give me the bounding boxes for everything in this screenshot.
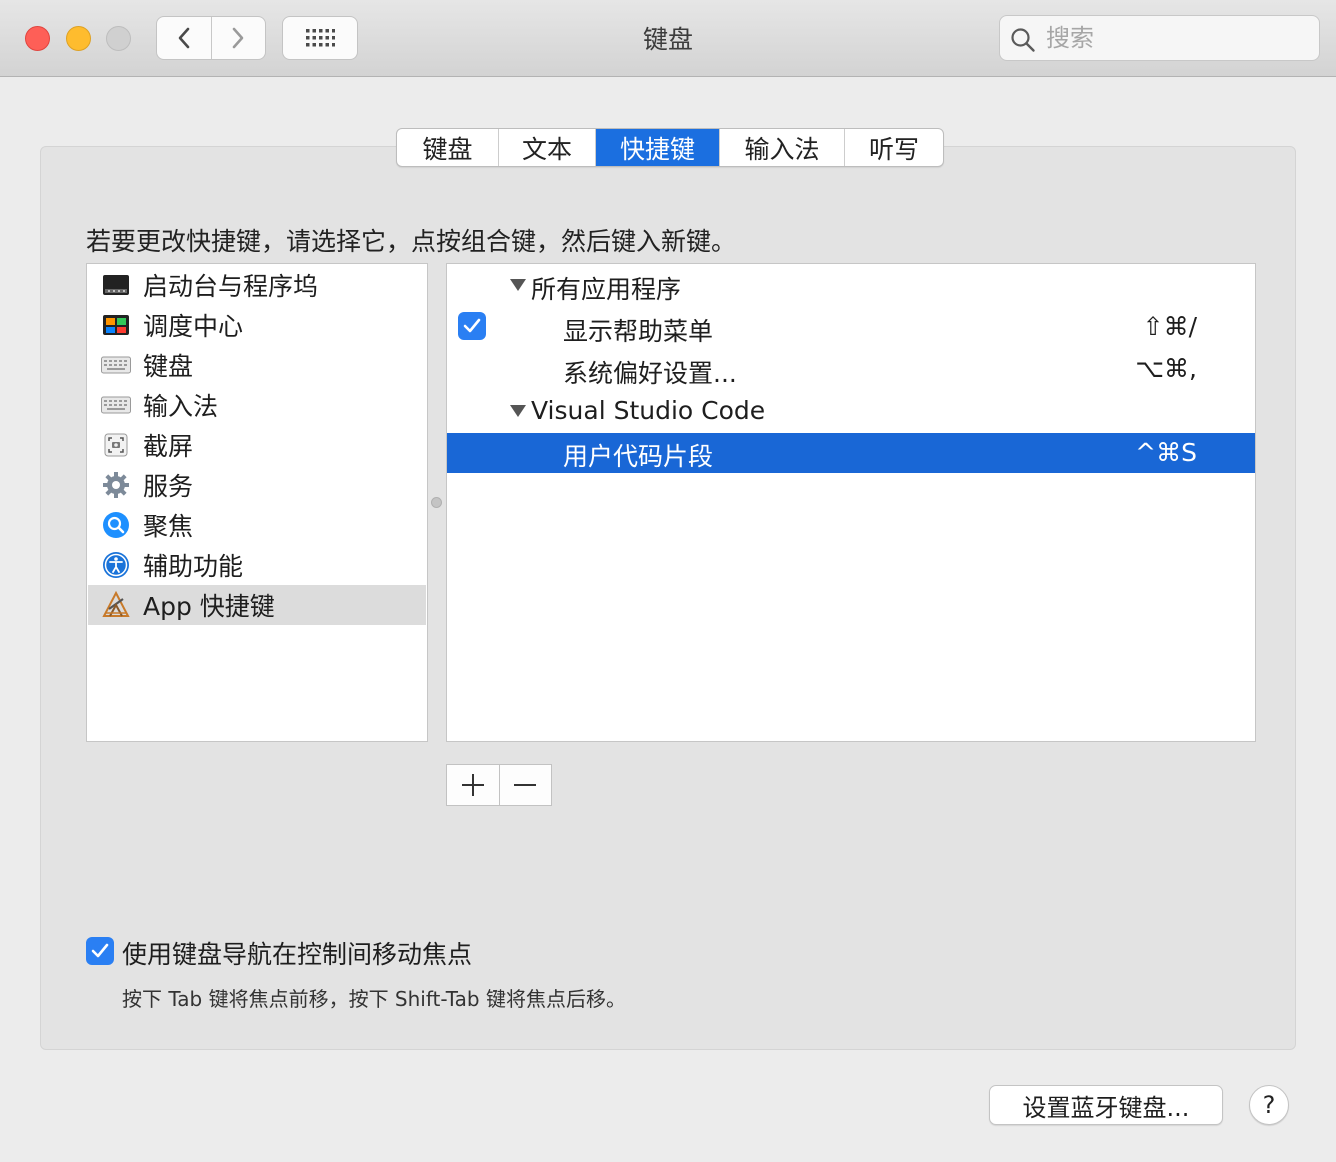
- category-accessibility[interactable]: 辅助功能: [88, 545, 426, 585]
- disclosure-triangle-icon[interactable]: [509, 278, 527, 292]
- checkmark-icon: [91, 943, 109, 958]
- accessibility-icon: [101, 550, 131, 580]
- screenshot-icon: [101, 430, 131, 460]
- spotlight-icon: [101, 510, 131, 540]
- shortcut-enabled-checkbox[interactable]: [458, 312, 486, 340]
- category-label: 输入法: [143, 392, 219, 421]
- category-services[interactable]: 服务: [88, 465, 426, 505]
- category-label: App 快捷键: [143, 592, 275, 621]
- category-keyboard[interactable]: 键盘: [88, 345, 426, 385]
- category-mission-control[interactable]: 调度中心: [88, 305, 426, 345]
- tab-text[interactable]: 文本: [498, 129, 595, 166]
- shortcut-row[interactable]: 系统偏好设置... ⌥⌘,: [447, 348, 1255, 390]
- mission-control-icon: [101, 310, 131, 340]
- tab-keyboard[interactable]: 键盘: [397, 129, 498, 166]
- keyboard-navigation-checkbox[interactable]: [86, 937, 114, 965]
- setup-bluetooth-keyboard-button[interactable]: 设置蓝牙键盘...: [989, 1085, 1223, 1125]
- search-input[interactable]: [1044, 22, 1304, 54]
- gear-icon: [101, 470, 131, 500]
- add-shortcut-button[interactable]: [447, 765, 499, 805]
- shortcut-label: 系统偏好设置...: [563, 359, 737, 388]
- group-label: Visual Studio Code: [531, 396, 766, 425]
- shortcut-label: 用户代码片段: [563, 442, 714, 471]
- shortcut-row-selected[interactable]: 用户代码片段 ^⌘S: [447, 433, 1255, 473]
- input-method-icon: [101, 390, 131, 420]
- category-label: 调度中心: [143, 312, 244, 341]
- tab-shortcuts[interactable]: 快捷键: [595, 129, 719, 166]
- category-launchpad-dock[interactable]: 启动台与程序坞: [88, 265, 426, 305]
- shortcut-list: 所有应用程序 显示帮助菜单 ⇧⌘/ 系统偏好设置... ⌥⌘, Visual S…: [446, 263, 1256, 742]
- category-label: 辅助功能: [143, 552, 244, 581]
- tab-bar: 键盘 文本 快捷键 输入法 听写: [396, 128, 944, 167]
- title-bar: 键盘: [0, 0, 1336, 77]
- app-shortcuts-icon: [101, 590, 131, 620]
- minus-icon: [514, 784, 537, 786]
- shortcut-group-vscode[interactable]: Visual Studio Code: [447, 390, 1255, 432]
- remove-shortcut-button[interactable]: [498, 765, 552, 805]
- category-label: 启动台与程序坞: [143, 272, 319, 301]
- keyboard-navigation-hint: 按下 Tab 键将焦点前移，按下 Shift-Tab 键将焦点后移。: [122, 987, 626, 1011]
- shortcut-keys[interactable]: ⌥⌘,: [1135, 354, 1197, 383]
- category-list: 启动台与程序坞 调度中心 键盘 输入法 截屏 服务 聚焦 辅助功能 App 快捷…: [86, 263, 428, 742]
- shortcut-row[interactable]: 显示帮助菜单 ⇧⌘/: [447, 306, 1255, 348]
- category-app-shortcuts[interactable]: App 快捷键: [88, 585, 426, 625]
- split-view-handle[interactable]: [431, 497, 442, 508]
- category-input-method[interactable]: 输入法: [88, 385, 426, 425]
- category-screenshot[interactable]: 截屏: [88, 425, 426, 465]
- checkmark-icon: [463, 318, 481, 333]
- category-spotlight[interactable]: 聚焦: [88, 505, 426, 545]
- keyboard-icon: [101, 350, 131, 380]
- category-label: 截屏: [143, 432, 194, 461]
- tab-input-sources[interactable]: 输入法: [719, 129, 844, 166]
- tab-dictation[interactable]: 听写: [844, 129, 943, 166]
- help-button[interactable]: ?: [1249, 1085, 1289, 1125]
- plus-icon: [461, 774, 484, 796]
- instruction-text: 若要更改快捷键，请选择它，点按组合键，然后键入新键。: [86, 227, 737, 256]
- category-label: 服务: [143, 472, 194, 501]
- shortcut-keys[interactable]: ⇧⌘/: [1143, 312, 1197, 341]
- search-icon: [1011, 28, 1035, 52]
- search-field[interactable]: [999, 15, 1320, 61]
- launchpad-dock-icon: [101, 270, 131, 300]
- shortcut-label: 显示帮助菜单: [563, 317, 714, 346]
- group-label: 所有应用程序: [531, 275, 682, 304]
- category-label: 聚焦: [143, 512, 194, 541]
- disclosure-triangle-icon[interactable]: [509, 404, 527, 418]
- add-remove-group: [446, 764, 552, 806]
- category-label: 键盘: [143, 352, 194, 381]
- shortcut-group-all-apps[interactable]: 所有应用程序: [447, 264, 1255, 306]
- keyboard-navigation-label[interactable]: 使用键盘导航在控制间移动焦点: [122, 935, 472, 971]
- shortcut-keys[interactable]: ^⌘S: [1135, 438, 1197, 467]
